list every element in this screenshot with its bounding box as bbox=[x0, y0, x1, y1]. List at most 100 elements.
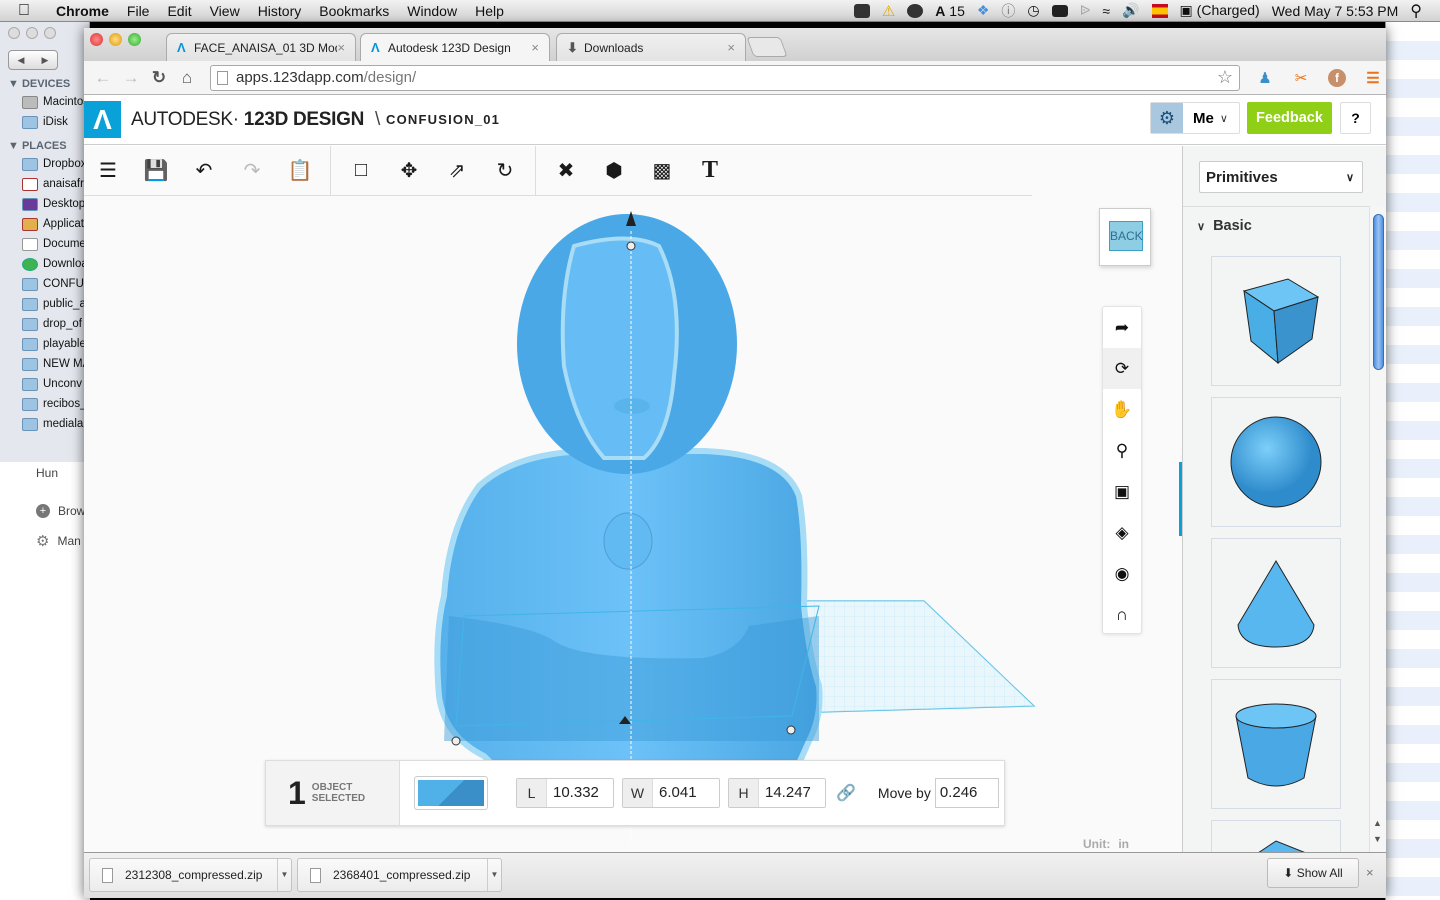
extension-scissors-icon[interactable]: ✂ bbox=[1290, 67, 1312, 89]
zoom-tool-icon[interactable]: ⚲ bbox=[1103, 430, 1141, 471]
viewcube[interactable]: BACK bbox=[1099, 208, 1151, 266]
length-field[interactable]: L 10.332 bbox=[516, 778, 614, 808]
primitive-cone[interactable] bbox=[1211, 538, 1341, 668]
warning-icon[interactable]: ⚠ bbox=[882, 2, 895, 20]
zoom-selected-icon[interactable]: ◈ bbox=[1103, 512, 1141, 553]
download-menu-icon[interactable]: ▼ bbox=[277, 859, 291, 891]
volume-icon[interactable]: 🔊 bbox=[1122, 2, 1139, 19]
finder-item-applications[interactable]: Applications bbox=[0, 214, 89, 234]
width-field[interactable]: W 6.041 bbox=[622, 778, 720, 808]
main-menu-icon[interactable]: ☰ bbox=[84, 146, 132, 196]
move-icon[interactable]: ✥ bbox=[385, 146, 433, 196]
back-button[interactable]: ← bbox=[92, 68, 114, 88]
reload-button[interactable]: ↻ bbox=[148, 68, 170, 88]
close-window-button[interactable] bbox=[90, 33, 103, 46]
redo-icon[interactable]: ↷ bbox=[228, 146, 276, 196]
bg-item-browse[interactable]: + Brow bbox=[36, 504, 85, 518]
paste-clipboard-icon[interactable]: 📋 bbox=[276, 146, 324, 196]
scale-icon[interactable]: ⇗ bbox=[433, 146, 481, 196]
minimize-window-button[interactable] bbox=[109, 33, 122, 46]
shield-icon[interactable] bbox=[907, 3, 924, 18]
panel-scrollbar[interactable]: ▲ ▼ bbox=[1369, 206, 1386, 852]
project-name[interactable]: CONFUSION_01 bbox=[386, 112, 500, 127]
height-handle[interactable] bbox=[626, 241, 636, 251]
autodesk-logo-icon[interactable]: Λ bbox=[84, 101, 121, 138]
finder-item-folder[interactable]: public_a bbox=[0, 294, 89, 314]
orbit-tool-icon[interactable]: ⟳ bbox=[1103, 348, 1141, 389]
finder-item-home[interactable]: anaisafr bbox=[0, 174, 89, 194]
help-button[interactable]: ? bbox=[1340, 102, 1371, 134]
bg-item-manage[interactable]: ⚙ Man bbox=[36, 532, 81, 550]
sync-icon[interactable]: ⓘ bbox=[1001, 1, 1015, 21]
close-download-shelf-icon[interactable]: × bbox=[1366, 865, 1374, 880]
menu-bookmarks[interactable]: Bookmarks bbox=[319, 3, 389, 19]
finder-item-macintosh-hd[interactable]: Macintosh HD bbox=[0, 92, 89, 112]
lock-proportions-link-icon[interactable]: 🔗 bbox=[836, 783, 856, 803]
download-menu-icon[interactable]: ▼ bbox=[487, 859, 501, 891]
finder-forward-button[interactable]: ▶ bbox=[33, 51, 57, 69]
finder-item-documents[interactable]: Documents bbox=[0, 234, 89, 254]
snap-magnet-icon[interactable]: ∩ bbox=[1103, 594, 1141, 635]
material-color-swatch[interactable] bbox=[414, 776, 488, 810]
menu-view[interactable]: View bbox=[210, 3, 240, 19]
move-by-input[interactable]: 0.246 bbox=[934, 778, 999, 808]
menu-history[interactable]: History bbox=[258, 3, 302, 19]
primitive-box[interactable] bbox=[1211, 256, 1341, 386]
battery-status[interactable]: ▣ (Charged) bbox=[1180, 2, 1260, 19]
3d-viewport[interactable]: BACK ➦ ⟳ ✋ ⚲ ▣ ◈ ◉ ∩ Unit: in bbox=[84, 196, 1182, 852]
finder-item-idisk[interactable]: iDisk bbox=[0, 112, 89, 132]
clock[interactable]: Wed May 7 5:53 PM bbox=[1272, 3, 1399, 19]
apple-menu-icon[interactable]:  bbox=[18, 2, 40, 20]
height-field[interactable]: H 14.247 bbox=[728, 778, 826, 808]
finder-item-downloads[interactable]: Downloads bbox=[0, 254, 89, 274]
finder-minimize-button[interactable] bbox=[26, 27, 38, 39]
height-value[interactable]: 14.247 bbox=[759, 779, 825, 807]
finder-close-button[interactable] bbox=[8, 27, 20, 39]
chrome-menu-icon[interactable]: ☰ bbox=[1362, 67, 1384, 89]
menu-app-chrome[interactable]: Chrome bbox=[56, 3, 109, 19]
menu-window[interactable]: Window bbox=[407, 3, 457, 19]
scene-canvas[interactable] bbox=[84, 196, 1182, 852]
finder-item-folder[interactable]: Unconv bbox=[0, 374, 89, 394]
evernote-icon[interactable] bbox=[853, 3, 870, 18]
input-source-flag-icon[interactable] bbox=[1151, 3, 1168, 18]
fit-view-icon[interactable]: ▣ bbox=[1103, 471, 1141, 512]
user-menu[interactable]: ⚙ Me ∨ bbox=[1150, 102, 1240, 134]
add-primitive-icon[interactable]: ⬢ bbox=[590, 146, 638, 196]
finder-item-desktop[interactable]: Desktop bbox=[0, 194, 89, 214]
finder-item-folder[interactable]: CONFUSION bbox=[0, 274, 89, 294]
feedback-button[interactable]: Feedback bbox=[1247, 102, 1332, 134]
finder-item-folder[interactable]: drop_of bbox=[0, 314, 89, 334]
primitive-sphere[interactable] bbox=[1211, 397, 1341, 527]
finder-item-folder[interactable]: mediala bbox=[0, 414, 89, 434]
text-tool-icon[interactable]: T bbox=[686, 146, 734, 196]
tab-face-anaisa[interactable]: Λ FACE_ANAISA_01 3D Mode × bbox=[166, 33, 356, 61]
finder-item-folder[interactable]: playable bbox=[0, 334, 89, 354]
download-item[interactable]: 2368401_compressed.zip ▼ bbox=[297, 858, 502, 892]
finder-item-folder[interactable]: recibos_ bbox=[0, 394, 89, 414]
scrollbar-thumb[interactable] bbox=[1373, 214, 1384, 370]
finder-zoom-button[interactable] bbox=[44, 27, 56, 39]
wifi-icon[interactable]: ≈ bbox=[1102, 3, 1110, 19]
undo-icon[interactable]: ↶ bbox=[180, 146, 228, 196]
section-basic-header[interactable]: ∨ Basic bbox=[1197, 218, 1252, 234]
primitive-cylinder[interactable] bbox=[1211, 679, 1341, 809]
length-value[interactable]: 10.332 bbox=[547, 779, 613, 807]
address-bar[interactable]: apps.123dapp.com/design/ ☆ bbox=[210, 64, 1240, 91]
dropbox-icon[interactable]: ❖ bbox=[977, 2, 990, 19]
spotlight-search-icon[interactable]: ⚲ bbox=[1410, 1, 1422, 21]
display-icon[interactable] bbox=[1051, 4, 1068, 17]
visibility-eye-icon[interactable]: ◉ bbox=[1103, 553, 1141, 594]
corner-handle-right[interactable] bbox=[786, 725, 796, 735]
extension-user-icon[interactable]: ♟ bbox=[1254, 67, 1276, 89]
close-tab-icon[interactable]: × bbox=[531, 40, 539, 55]
zoom-window-button[interactable] bbox=[128, 33, 141, 46]
bluetooth-icon[interactable]: ᐉ bbox=[1080, 2, 1091, 19]
menu-file[interactable]: File bbox=[127, 3, 150, 19]
tab-autodesk-123d[interactable]: Λ Autodesk 123D Design × bbox=[360, 33, 550, 61]
corner-handle-left[interactable] bbox=[451, 736, 461, 746]
scroll-down-icon[interactable]: ▼ bbox=[1373, 834, 1382, 844]
save-icon[interactable]: 💾 bbox=[132, 146, 180, 196]
unit-indicator[interactable]: Unit: in bbox=[1083, 837, 1129, 851]
finder-back-button[interactable]: ◀ bbox=[9, 51, 33, 69]
